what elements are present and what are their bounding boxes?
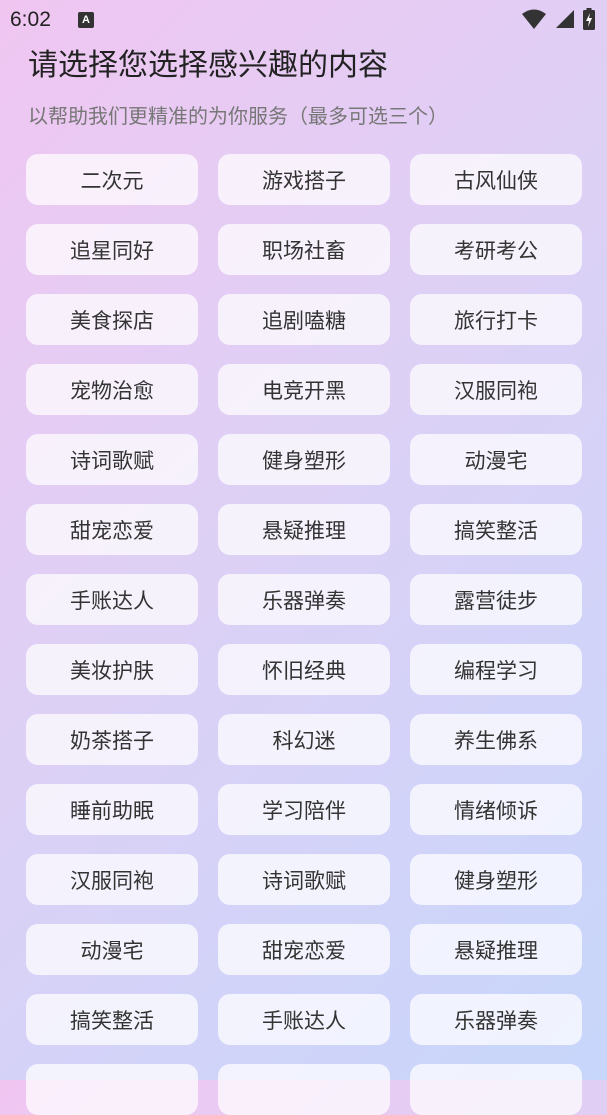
interest-tag[interactable]: 汉服同袍 (410, 364, 582, 415)
status-icons (521, 8, 595, 34)
interest-tag[interactable]: 搞笑整活 (410, 504, 582, 555)
interest-tag[interactable]: 科幻迷 (218, 714, 390, 765)
interest-tag[interactable]: 甜宠恋爱 (26, 504, 198, 555)
interest-tag[interactable]: 露营徒步 (410, 574, 582, 625)
cellular-signal-icon (555, 9, 575, 33)
interest-tag[interactable]: 职场社畜 (218, 224, 390, 275)
interest-tag[interactable]: 睡前助眠 (26, 784, 198, 835)
interest-tag[interactable]: 搞笑整活 (26, 994, 198, 1045)
interest-tag[interactable]: 汉服同袍 (26, 854, 198, 905)
interest-tag[interactable]: 健身塑形 (410, 854, 582, 905)
interest-tag[interactable]: 旅行打卡 (410, 294, 582, 345)
battery-charging-icon (583, 8, 595, 34)
interest-tag[interactable]: 学习陪伴 (218, 784, 390, 835)
interest-tag[interactable]: 诗词歌赋 (26, 434, 198, 485)
interest-tag[interactable]: 健身塑形 (218, 434, 390, 485)
page-title: 请选择您选择感兴趣的内容 (28, 48, 388, 83)
interest-tag[interactable]: 美妆护肤 (26, 644, 198, 695)
interest-tag[interactable]: 古风仙侠 (410, 154, 582, 205)
interest-tag[interactable]: 奶茶搭子 (26, 714, 198, 765)
interest-tag[interactable]: 美食探店 (26, 294, 198, 345)
interest-tag[interactable]: 考研考公 (410, 224, 582, 275)
status-time: 6:02 (10, 8, 51, 31)
interest-tag[interactable] (218, 1064, 390, 1115)
interest-tag[interactable]: 动漫宅 (26, 924, 198, 975)
interest-tag[interactable]: 电竞开黑 (218, 364, 390, 415)
interest-tag[interactable]: 乐器弹奏 (218, 574, 390, 625)
wifi-icon (521, 8, 547, 34)
interest-tag[interactable]: 怀旧经典 (218, 644, 390, 695)
interest-tag[interactable]: 动漫宅 (410, 434, 582, 485)
interest-tag-grid: 二次元 游戏搭子 古风仙侠追星同好 职场社畜 考研考公美食探店 追剧嗑糖 旅行打卡宠物治愈电… (26, 154, 583, 1115)
interest-tag[interactable]: 情绪倾诉 (410, 784, 582, 835)
notification-icon: A (78, 12, 94, 28)
page-subtitle: 以帮助我们更精准的为你服务（最多可选三个） (28, 104, 448, 128)
interest-tag[interactable]: 游戏搭子 (218, 154, 390, 205)
interest-tag[interactable]: 宠物治愈 (26, 364, 198, 415)
interest-tag[interactable]: 甜宠恋爱 (218, 924, 390, 975)
interest-tag[interactable]: 乐器弹奏 (410, 994, 582, 1045)
interest-tag[interactable] (26, 1064, 198, 1115)
interest-tag[interactable]: 编程学习 (410, 644, 582, 695)
interest-tag[interactable]: 追星同好 (26, 224, 198, 275)
interest-tag[interactable]: 手账达人 (26, 574, 198, 625)
interest-tag[interactable]: 追剧嗑糖 (218, 294, 390, 345)
interest-tag[interactable]: 养生佛系 (410, 714, 582, 765)
interest-tag[interactable]: 二次元 (26, 154, 198, 205)
interest-tag[interactable]: 悬疑推理 (218, 504, 390, 555)
interest-tag[interactable]: 诗词歌赋 (218, 854, 390, 905)
status-bar: 6:02 A (0, 0, 607, 40)
interest-tag[interactable]: 悬疑推理 (410, 924, 582, 975)
interest-tag[interactable] (410, 1064, 582, 1115)
interest-tag[interactable]: 手账达人 (218, 994, 390, 1045)
